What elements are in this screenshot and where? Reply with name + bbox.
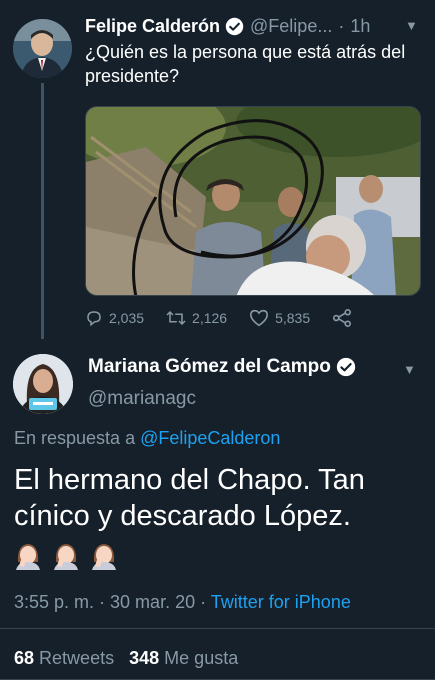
display-name[interactable]: Felipe Calderón [85,16,220,37]
verified-badge-icon [225,17,244,35]
tweet-time[interactable]: 1h [350,16,370,37]
reply-button[interactable]: 2,035 [85,309,144,327]
reply-count: 2,035 [109,310,145,326]
like-count: 5,835 [275,310,311,326]
source-link[interactable]: Twitter for iPhone [211,592,351,612]
tweet-meta: 3:55 p. m. · 30 mar. 20 · Twitter for iP… [14,592,351,613]
avatar[interactable] [13,354,73,414]
reply-to-link[interactable]: @FelipeCalderon [140,428,280,448]
like-button[interactable]: 5,835 [249,309,310,327]
tweet-actions: 2,035 2,126 5,835 [85,305,385,331]
woman-facepalming-icon [54,544,78,570]
retweet-button[interactable]: 2,126 [166,309,227,327]
heart-icon [250,309,269,327]
thread-connector-line [41,83,44,339]
avatar[interactable] [13,19,72,78]
retweet-label[interactable]: Retweets [39,648,114,668]
retweet-count[interactable]: 68 [14,648,34,668]
handle[interactable]: @marianagc [88,388,196,410]
like-count[interactable]: 348 [129,648,159,668]
reply-context: En respuesta a @FelipeCalderon [14,428,280,449]
tweet-photo[interactable] [85,106,421,296]
handle[interactable]: @Felipe... [250,16,332,37]
emoji-row [14,540,128,570]
tweet-text: El hermano del Chapo. Tan cínico y desca… [14,464,365,532]
verified-badge-icon [336,357,356,377]
reply-icon [87,311,101,327]
separator-dot: · [338,15,345,36]
woman-facepalming-icon [92,544,116,570]
timestamp[interactable]: 3:55 p. m. · 30 mar. 20 · [14,592,206,612]
share-icon [333,309,352,327]
share-button[interactable] [332,309,358,327]
woman-facepalming-icon [16,544,40,570]
reply-prefix: En respuesta a [14,428,136,448]
divider [0,628,435,629]
chevron-down-icon[interactable]: ▼ [405,18,418,33]
tweet-text: ¿Quién es la persona que está atrás del … [85,42,406,86]
retweet-count: 2,126 [192,310,228,326]
chevron-down-icon[interactable]: ▼ [403,362,416,377]
retweet-icon [166,310,186,326]
tweet-header: Mariana Gómez del Campo [88,356,356,378]
engagement-stats: 68 Retweets 348 Me gusta [14,648,238,669]
tweet-header: Felipe Calderón @Felipe... · 1h [85,14,370,38]
like-label[interactable]: Me gusta [164,648,238,668]
display-name[interactable]: Mariana Gómez del Campo [88,356,331,378]
